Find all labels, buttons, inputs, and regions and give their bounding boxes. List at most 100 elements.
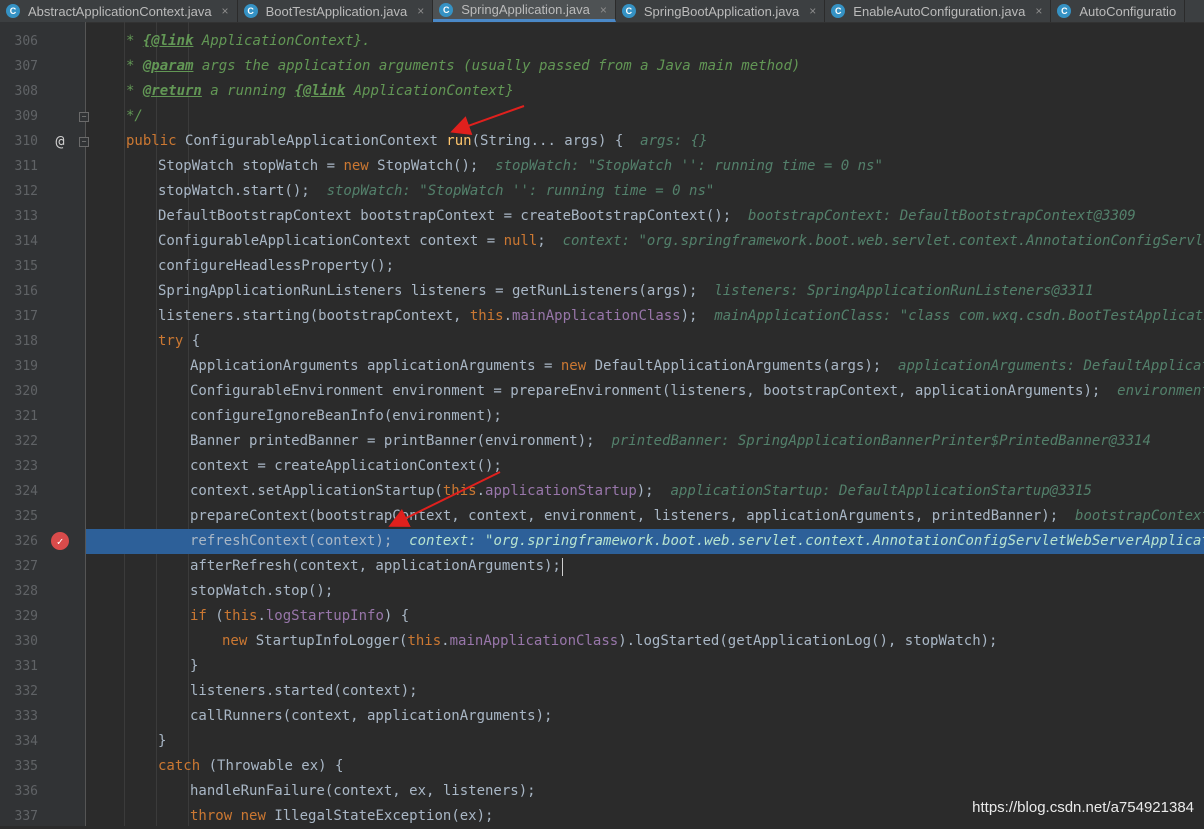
editor-tab[interactable]: C EnableAutoConfiguration.java × <box>825 0 1052 22</box>
editor-tab[interactable]: C AbstractApplicationContext.java × <box>0 0 238 22</box>
code-text: callRunners(context, applicationArgument… <box>190 704 552 729</box>
code-token: } <box>158 733 167 749</box>
code-line[interactable]: listeners.starting(bootstrapContext, thi… <box>86 304 1204 329</box>
code-text: SpringApplicationRunListeners listeners … <box>158 279 1094 304</box>
code-text: * {@link ApplicationContext}. <box>126 29 370 54</box>
breakpoint-icon[interactable]: ✓ <box>51 532 69 550</box>
java-class-file-icon: C <box>831 4 846 18</box>
code-line[interactable]: public ConfigurableApplicationContext ru… <box>86 129 1204 154</box>
javadoc-tag-token: @return <box>142 83 202 99</box>
code-text: */ <box>126 104 143 129</box>
code-text: afterRefresh(context, applicationArgumen… <box>190 554 561 579</box>
code-text: Banner printedBanner = printBanner(envir… <box>190 429 1151 454</box>
code-token: StopWatch stopWatch = <box>158 158 344 174</box>
code-text: configureHeadlessProperty(); <box>158 254 394 279</box>
code-text: prepareContext(bootstrapContext, context… <box>190 504 1204 529</box>
code-line[interactable]: context.setApplicationStartup(this.appli… <box>86 479 1204 504</box>
javadoc-tag-token: @param <box>142 58 194 74</box>
debug-inline-value: bootstrapContext: Defa <box>1075 508 1204 524</box>
code-line[interactable]: */ <box>86 104 1204 129</box>
code-line[interactable]: } <box>86 729 1204 754</box>
debug-inline-value: printedBanner: SpringApplicationBannerPr… <box>611 433 1151 449</box>
code-token: ) { <box>383 608 410 624</box>
code-text: handleRunFailure(context, ex, listeners)… <box>190 779 536 804</box>
close-tab-icon[interactable]: × <box>600 3 607 17</box>
code-line[interactable]: * @param args the application arguments … <box>86 54 1204 79</box>
debug-inline-value: environment: "Sta <box>1117 383 1204 399</box>
code-token: ConfigurableEnvironment environment = pr… <box>190 383 1118 399</box>
line-number: 309 <box>14 109 38 124</box>
code-text: context.setApplicationStartup(this.appli… <box>190 479 1092 504</box>
code-token: listeners.started(context); <box>190 683 418 699</box>
code-line[interactable]: listeners.started(context); <box>86 679 1204 704</box>
keyword-token: this <box>469 308 504 324</box>
keyword-token: new <box>560 358 587 374</box>
comment-token: args the application arguments (usually … <box>193 58 801 74</box>
code-token: StartupInfoLogger( <box>247 633 408 649</box>
editor-tab[interactable]: C AutoConfiguratio <box>1051 0 1186 22</box>
code-line[interactable]: stopWatch.start(); stopWatch: "StopWatch… <box>86 179 1204 204</box>
code-line[interactable]: ConfigurableEnvironment environment = pr… <box>86 379 1204 404</box>
code-text: } <box>158 729 166 754</box>
line-number: 320 <box>14 384 38 399</box>
close-tab-icon[interactable]: × <box>809 4 816 18</box>
comment-token: */ <box>126 108 143 124</box>
code-text: configureIgnoreBeanInfo(environment); <box>190 404 502 429</box>
code-line[interactable]: refreshContext(context); context: "org.s… <box>86 529 1204 554</box>
code-line[interactable]: ApplicationArguments applicationArgument… <box>86 354 1204 379</box>
line-number: 326 <box>14 534 38 549</box>
code-text: DefaultBootstrapContext bootstrapContext… <box>158 204 1136 229</box>
code-line[interactable]: ConfigurableApplicationContext context =… <box>86 229 1204 254</box>
line-number: 318 <box>14 334 38 349</box>
code-token: configureHeadlessProperty(); <box>158 258 395 274</box>
tab-label: EnableAutoConfiguration.java <box>853 3 1026 19</box>
code-line[interactable]: afterRefresh(context, applicationArgumen… <box>86 554 1204 579</box>
code-line[interactable]: SpringApplicationRunListeners listeners … <box>86 279 1204 304</box>
tab-label: SpringBootApplication.java <box>643 3 800 19</box>
line-number: 336 <box>14 784 38 799</box>
code-text: listeners.starting(bootstrapContext, thi… <box>158 304 1204 329</box>
debug-inline-value: args: {} <box>640 133 708 149</box>
close-tab-icon[interactable]: × <box>1035 4 1042 18</box>
code-line[interactable]: configureHeadlessProperty(); <box>86 254 1204 279</box>
code-token: . <box>257 608 266 624</box>
close-tab-icon[interactable]: × <box>222 4 229 18</box>
code-line[interactable]: new StartupInfoLogger(this.mainApplicati… <box>86 629 1204 654</box>
code-line[interactable]: callRunners(context, applicationArgument… <box>86 704 1204 729</box>
debug-inline-value: applicationStartup: DefaultApplicationSt… <box>670 483 1092 499</box>
tab-label: AbstractApplicationContext.java <box>28 3 212 19</box>
code-line[interactable]: StopWatch stopWatch = new StopWatch(); s… <box>86 154 1204 179</box>
line-number: 333 <box>14 709 38 724</box>
editor-tab[interactable]: C SpringBootApplication.java × <box>616 0 826 22</box>
code-line[interactable]: context = createApplicationContext(); <box>86 454 1204 479</box>
code-token: refreshContext(context); <box>190 533 410 549</box>
code-line[interactable]: stopWatch.stop(); <box>86 579 1204 604</box>
code-token: ApplicationArguments applicationArgument… <box>190 358 561 374</box>
line-number: 308 <box>14 84 38 99</box>
code-line[interactable]: prepareContext(bootstrapContext, context… <box>86 504 1204 529</box>
code-line[interactable]: * @return a running {@link ApplicationCo… <box>86 79 1204 104</box>
code-editor[interactable]: * {@link ApplicationContext}. * @param ar… <box>86 22 1204 826</box>
override-marker-icon[interactable]: @ <box>52 132 68 150</box>
code-line[interactable]: try { <box>86 329 1204 354</box>
close-tab-icon[interactable]: × <box>417 4 424 18</box>
code-token: ; <box>537 233 563 249</box>
editor-tab[interactable]: C BootTestApplication.java × <box>238 0 434 22</box>
code-line[interactable]: configureIgnoreBeanInfo(environment); <box>86 404 1204 429</box>
field-token: mainApplicationClass <box>512 308 681 324</box>
code-line[interactable]: DefaultBootstrapContext bootstrapContext… <box>86 204 1204 229</box>
code-line[interactable]: catch (Throwable ex) { <box>86 754 1204 779</box>
comment-token: a running <box>201 83 295 99</box>
code-line[interactable]: } <box>86 654 1204 679</box>
java-class-file-icon: C <box>243 4 258 18</box>
code-line[interactable]: * {@link ApplicationContext}. <box>86 29 1204 54</box>
code-line[interactable]: if (this.logStartupInfo) { <box>86 604 1204 629</box>
line-number: 330 <box>14 634 38 649</box>
code-line[interactable]: Banner printedBanner = printBanner(envir… <box>86 429 1204 454</box>
editor-tab[interactable]: C SpringApplication.java × <box>433 0 616 22</box>
line-number: 329 <box>14 609 38 624</box>
tab-label: BootTestApplication.java <box>265 3 408 19</box>
code-token: . <box>441 633 450 649</box>
code-token: stopWatch.start(); <box>158 183 327 199</box>
tab-label: AutoConfiguratio <box>1079 3 1177 19</box>
